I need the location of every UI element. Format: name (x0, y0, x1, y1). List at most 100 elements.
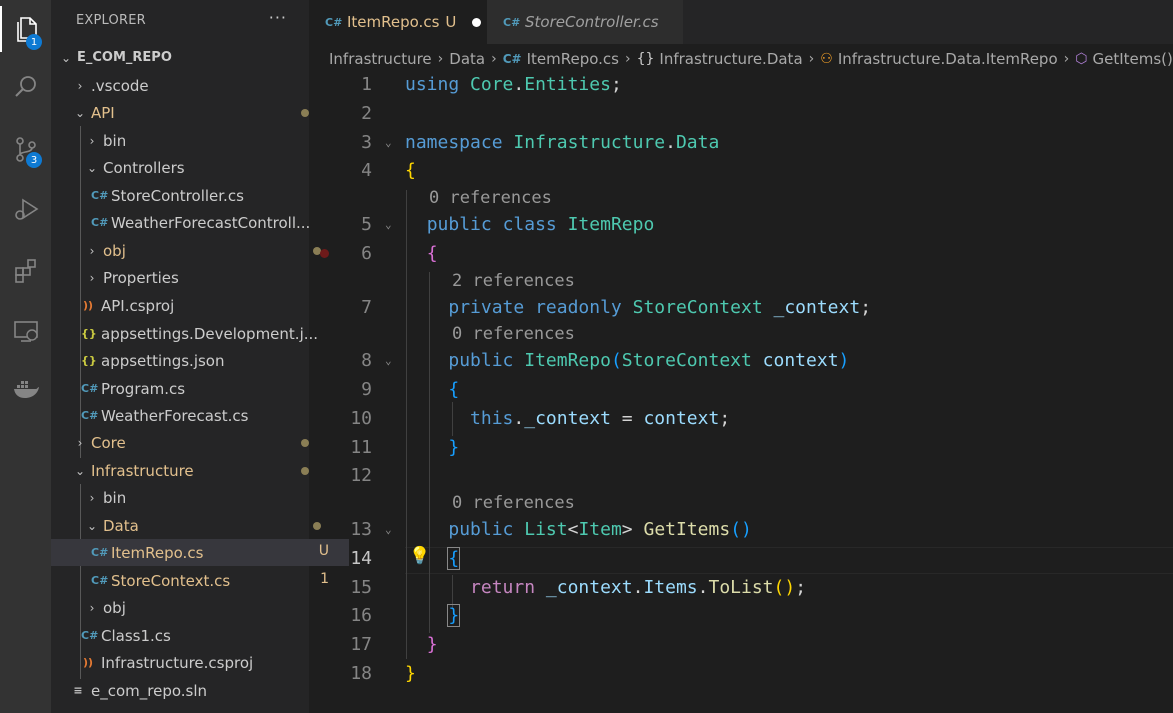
breadcrumb-item[interactable]: {} Infrastructure.Data (637, 50, 803, 68)
more-actions-button[interactable]: ··· (269, 8, 287, 27)
breadcrumb-item[interactable]: ⚇ Infrastructure.Data.ItemRepo (820, 50, 1057, 68)
chevron-right-icon: › (77, 78, 83, 93)
breadcrumb-label: GetItems() (1092, 50, 1173, 68)
tab-storecontroller[interactable]: C# StoreController.cs (487, 0, 683, 44)
breadcrumb: Infrastructure › Data › C# ItemRepo.cs › … (329, 46, 1173, 72)
class-icon: ⚇ (820, 51, 833, 67)
tree-file-weatherforecast[interactable]: C# WeatherForecast.cs (51, 402, 339, 429)
chevron-right-icon: › (89, 490, 95, 505)
line-number: 10 (350, 408, 372, 429)
breadcrumb-item[interactable]: Infrastructure (329, 50, 432, 68)
tree-folder-bin[interactable]: › bin (51, 127, 343, 154)
tree-label: WeatherForecastControll... (111, 213, 311, 232)
rss-file-icon: )) (82, 299, 94, 312)
tree-file-itemrepo[interactable]: C# ItemRepo.cs U (51, 539, 349, 566)
codelens-references[interactable]: 0 references (452, 324, 575, 344)
unsaved-dot-icon[interactable] (472, 17, 482, 27)
tree-folder-controllers[interactable]: ⌄ Controllers (51, 154, 343, 181)
tree-file-weatherforecastcontroller[interactable]: C# WeatherForecastControll... (51, 209, 349, 236)
tree-file-sln[interactable]: ≡ e_com_repo.sln (51, 677, 329, 704)
run-debug-icon (14, 198, 38, 220)
tree-file-storecontroller[interactable]: C# StoreController.cs (51, 182, 349, 209)
code-line-8: public ItemRepo(StoreContext context) (448, 350, 850, 371)
tree-folder-vscode[interactable]: › .vscode (51, 72, 331, 99)
code-editor[interactable]: 1 2 3 4 5 6 7 8 9 10 11 12 13 14 15 16 1… (309, 72, 1173, 713)
extensions-activity[interactable] (0, 248, 51, 294)
search-icon (14, 76, 36, 97)
tree-file-storecontext[interactable]: C# StoreContext.cs 1 (51, 567, 349, 594)
line-number: 15 (350, 577, 372, 598)
tree-file-appsettings-dev[interactable]: {} appsettings.Development.j... (51, 320, 339, 347)
activity-bar: 1 3 (0, 0, 51, 713)
line-number: 18 (350, 663, 372, 684)
tree-label: .vscode (91, 76, 149, 95)
fold-chevron-icon[interactable]: ⌄ (385, 523, 392, 536)
chevron-right-icon: › (89, 270, 95, 285)
run-debug-activity[interactable] (0, 186, 51, 232)
remote-explorer-activity[interactable] (0, 308, 51, 354)
codelens-references[interactable]: 0 references (429, 188, 552, 208)
csharp-file-icon: C# (503, 15, 521, 29)
code-line-4: { (405, 160, 416, 181)
csharp-file-icon: C# (81, 409, 99, 422)
rss-file-icon: )) (82, 656, 94, 669)
tree-file-api-csproj[interactable]: )) API.csproj (51, 292, 339, 319)
codelens-references[interactable]: 2 references (452, 271, 575, 291)
chevron-down-icon: ⌄ (60, 50, 72, 65)
tree-folder-obj[interactable]: › obj (51, 237, 343, 264)
line-number: 7 (361, 297, 372, 318)
line-number: 11 (350, 437, 372, 458)
tree-root-label: E_COM_REPO (77, 50, 172, 65)
line-number: 16 (350, 605, 372, 626)
tab-itemrepo[interactable]: C# ItemRepo.cs U (309, 0, 487, 44)
fold-chevron-icon[interactable]: ⌄ (385, 218, 392, 231)
line-number: 12 (350, 465, 372, 486)
breadcrumb-item[interactable]: ⬡ GetItems() (1075, 50, 1173, 68)
tree-folder-core[interactable]: › Core (51, 429, 331, 456)
search-activity[interactable] (0, 64, 51, 110)
tree-file-infra-csproj[interactable]: )) Infrastructure.csproj (51, 649, 339, 676)
fold-chevron-icon[interactable]: ⌄ (385, 354, 392, 367)
tree-label: obj (103, 241, 126, 260)
tree-label: Class1.cs (101, 626, 171, 645)
tree-folder-infra-bin[interactable]: › bin (51, 484, 343, 511)
tree-folder-infrastructure[interactable]: ⌄ Infrastructure (51, 457, 331, 484)
tree-label: API (91, 103, 115, 122)
breadcrumb-label: Infrastructure.Data (659, 50, 803, 68)
tree-folder-properties[interactable]: › Properties (51, 264, 343, 291)
breakpoint-hint-icon[interactable] (320, 249, 329, 258)
line-number: 1 (361, 74, 372, 95)
breadcrumb-item[interactable]: Data (449, 50, 485, 68)
line-number: 17 (350, 634, 372, 655)
tree-label: Data (103, 516, 139, 535)
tree-root[interactable]: ⌄ E_COM_REPO (51, 44, 317, 71)
source-control-activity[interactable]: 3 (0, 126, 51, 172)
tree-file-appsettings[interactable]: {} appsettings.json (51, 347, 339, 374)
current-line-highlight (405, 547, 1173, 574)
code-line-5: public class ItemRepo (426, 214, 655, 235)
tree-label: StoreContext.cs (111, 571, 231, 590)
modified-dot (301, 109, 309, 117)
scm-badge: 3 (26, 152, 42, 168)
tree-folder-api[interactable]: ⌄ API (51, 99, 331, 126)
chevron-right-icon: › (89, 133, 95, 148)
tree-label: ItemRepo.cs (111, 543, 204, 562)
line-number: 9 (361, 379, 372, 400)
docker-activity[interactable] (0, 366, 51, 412)
tree-folder-data[interactable]: ⌄ Data (51, 512, 343, 539)
csharp-file-icon: C# (325, 15, 343, 29)
explorer-activity[interactable]: 1 (0, 6, 51, 52)
remote-explorer-icon (13, 321, 38, 342)
line-number: 14 (350, 548, 372, 569)
tree-label: Core (91, 433, 126, 452)
breadcrumb-label: Infrastructure.Data.ItemRepo (837, 50, 1058, 68)
fold-chevron-icon[interactable]: ⌄ (385, 136, 392, 149)
tab-label: ItemRepo.cs (347, 13, 440, 31)
codelens-references[interactable]: 0 references (452, 493, 575, 513)
tree-folder-infra-obj[interactable]: › obj (51, 594, 343, 621)
code-line-13: public List<Item> GetItems() (448, 519, 752, 540)
breadcrumb-item[interactable]: C# ItemRepo.cs (503, 50, 619, 68)
explorer-title: EXPLORER (76, 13, 146, 28)
tree-file-program[interactable]: C# Program.cs (51, 375, 339, 402)
tree-file-class1[interactable]: C# Class1.cs (51, 622, 339, 649)
